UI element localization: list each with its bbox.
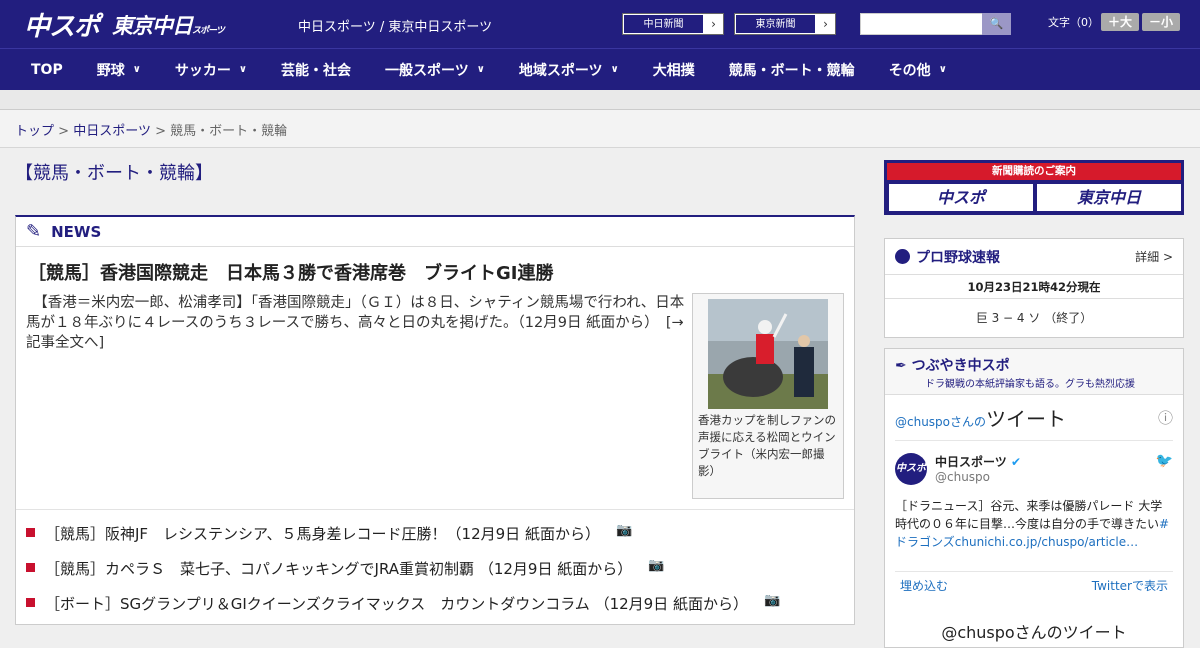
ad-logo-chuspo: 中スポ [889,184,1033,211]
baseball-details-link[interactable]: 詳細 > [1135,248,1173,265]
list-item[interactable]: ［ボート］SGグランプリ＆GIクイーンズクライマックス カウントダウンコラム （… [26,593,780,628]
logo-chuspo[interactable]: 中スポ [24,6,100,43]
search-input[interactable] [860,13,983,35]
bullet-icon [26,598,35,607]
news-item-text[interactable]: ［競馬］阪神JF レシステンシア、５馬身差レコード圧勝！（12月9日 紙面から） [45,523,600,544]
info-icon[interactable]: ⓘ [1158,407,1173,428]
main-content: 【競馬・ボート・競輪】 ✎ NEWS ［競馬］香港国際競走 日本馬３勝で香港席巻… [15,149,855,625]
sidebar: 新聞購読のご案内 中スポ 東京中日 プロ野球速報 詳細 > 10月23日21時4… [884,160,1184,648]
score-timestamp: 10月23日21時42分現在 [885,275,1183,299]
list-item[interactable]: ［競馬］阪神JF レシステンシア、５馬身差レコード圧勝！（12月9日 紙面から）… [26,523,780,558]
tweets-title: ツイート [986,407,1067,431]
font-size-down-button[interactable]: －小 [1142,13,1180,31]
baseball-card-header: プロ野球速報 詳細 > [885,239,1183,275]
tokyo-shimbun-button[interactable]: 東京新聞 › [734,13,836,35]
photo-caption: 香港カップを制しファンの声援に応える松岡とウインブライト（米内宏一郎撮影） [698,413,836,478]
chevron-right-icon: › [823,17,828,31]
chunichi-shimbun-button[interactable]: 中日新聞 › [622,13,724,35]
sub-bar [0,90,1200,110]
tweets-title-row: @chuspoさんのツイート ⓘ [895,395,1173,441]
view-on-twitter-link[interactable]: Twitterで表示 [1092,577,1168,594]
nav-item-sumo[interactable]: 大相撲 [636,60,712,80]
chevron-down-icon: ∨ [476,64,485,75]
nav-item-general-sports[interactable]: 一般スポーツ ∨ [368,60,502,80]
news-label: NEWS [51,222,102,241]
news-item-text[interactable]: ［ボート］SGグランプリ＆GIクイーンズクライマックス カウントダウンコラム （… [45,593,748,614]
page-title: 【競馬・ボート・競輪】 [15,163,213,184]
list-item[interactable]: ［競馬］カペラＳ 菜七子、コパノキッキングでJRA重賞初制覇 （12月9日 紙面… [26,558,780,593]
news-box: ✎ NEWS ［競馬］香港国際競走 日本馬３勝で香港席巻 ブライトGI連勝 【香… [15,215,855,625]
tweets-footer-title: @chuspoさんのツイート [941,623,1127,642]
chevron-down-icon: ∨ [610,64,619,75]
lead-article-title[interactable]: ［競馬］香港国際競走 日本馬３勝で香港席巻 ブライトGI連勝 [16,247,854,292]
ad-logo-tokyo-chunichi: 東京中日 [1037,184,1181,211]
breadcrumb-chuspo[interactable]: 中日スポーツ [73,124,151,139]
tweet-text: ［ドラニュース］谷元、来季は優勝パレード 大学時代の０６年に目撃…今度は自分の手… [895,499,1170,549]
chevron-right-icon: › [711,17,716,31]
embed-link[interactable]: 埋め込む [900,577,948,594]
twitter-card: ✒ つぶやき中スポ ドラ観戦の本紙評論家も語る。グラも熱烈応援 @chuspoさ… [884,348,1184,648]
baseball-scores-card: プロ野球速報 詳細 > 10月23日21時42分現在 巨 3 − 4 ソ （終了… [884,238,1184,338]
twitter-card-subtitle: ドラ観戦の本紙評論家も語る。グラも熱烈応援 [925,379,1135,390]
subscription-banner-title: 新聞購読のご案内 [887,163,1181,180]
site-header: 中スポ 東京中日スポーツ 中日スポーツ / 東京中日スポーツ 中日新聞 › 東京… [0,0,1200,48]
camera-icon: 📷 [615,523,633,538]
bullet-icon [26,528,35,537]
news-header: ✎ NEWS [16,217,854,247]
lead-photo-box: 香港カップを制しファンの声援に応える松岡とウインブライト（米内宏一郎撮影） [692,293,844,499]
lead-article-body: 【香港＝米内宏一郎、松浦孝司】「香港国際競走」（ＧＩ）は８日、シャティン競馬場で… [26,295,685,351]
tweet-author: 中スポ 中日スポーツ ✔ @chuspo 🐦 [895,441,1173,497]
twitter-card-header: ✒ つぶやき中スポ ドラ観戦の本紙評論家も語る。グラも熱烈応援 [885,349,1183,395]
score-line[interactable]: 巨 3 − 4 ソ （終了） [885,299,1183,337]
baseball-card-title: プロ野球速報 [916,249,1000,266]
nav-item-baseball[interactable]: 野球 ∨ [80,60,158,80]
chevron-down-icon: ∨ [238,64,247,75]
breadcrumb-top[interactable]: トップ [15,124,54,139]
tweet-footer: 埋め込む Twitterで表示 [895,571,1173,599]
nav-item-other[interactable]: その他 ∨ [872,60,964,80]
ball-icon [895,249,910,264]
bird-icon: ✒ [895,358,907,374]
search-button[interactable]: 🔍 [982,13,1011,35]
tweet-author-name[interactable]: 中日スポーツ [935,455,1007,469]
breadcrumb-current: 競馬・ボート・競輪 [170,124,288,139]
pencil-icon: ✎ [26,221,42,242]
search-icon: 🔍 [989,17,1004,30]
bullet-icon [26,563,35,572]
tweet-author-handle[interactable]: @chuspo [935,470,1021,484]
breadcrumb: トップ > 中日スポーツ > 競馬・ボート・競輪 [0,110,1200,148]
divider [16,509,854,510]
logo-tokyo-chunichi[interactable]: 東京中日スポーツ [112,10,225,40]
news-list: ［競馬］阪神JF レシステンシア、５馬身差レコード圧勝！（12月9日 紙面から）… [26,523,780,628]
tweets-handle-link[interactable]: @chuspoさんの [895,415,986,429]
subscription-banner[interactable]: 新聞購読のご案内 中スポ 東京中日 [884,160,1184,215]
twitter-card-title: つぶやき中スポ [911,358,1010,374]
font-size-label: 文字（0） [1048,16,1099,29]
nav-item-local-sports[interactable]: 地域スポーツ ∨ [502,60,636,80]
nav-item-soccer[interactable]: サッカー ∨ [158,60,264,80]
chevron-down-icon: ∨ [938,64,947,75]
global-nav: TOP 野球 ∨ サッカー ∨ 芸能・社会 一般スポーツ ∨ 地域スポーツ ∨ 大相撲 … [0,48,1200,90]
horse-racing-photo[interactable] [708,299,828,409]
news-item-text[interactable]: ［競馬］カペラＳ 菜七子、コパノキッキングでJRA重賞初制覇 （12月9日 紙面… [45,558,632,579]
twitter-bird-icon[interactable]: 🐦 [1156,453,1173,497]
font-size-up-button[interactable]: ＋大 [1101,13,1139,31]
camera-icon: 📷 [763,593,781,608]
breadcrumb-separator: > [58,124,70,139]
nav-item-racing[interactable]: 競馬・ボート・競輪 [712,60,872,80]
nav-item-top[interactable]: TOP [14,62,80,78]
breadcrumb-separator: > [155,124,166,139]
header-title: 中日スポーツ / 東京中日スポーツ [298,20,493,35]
camera-icon: 📷 [648,558,665,573]
verified-icon: ✔ [1010,455,1022,469]
avatar[interactable]: 中スポ [895,453,927,485]
chevron-down-icon: ∨ [132,64,141,75]
nav-item-entertainment[interactable]: 芸能・社会 [264,60,368,80]
